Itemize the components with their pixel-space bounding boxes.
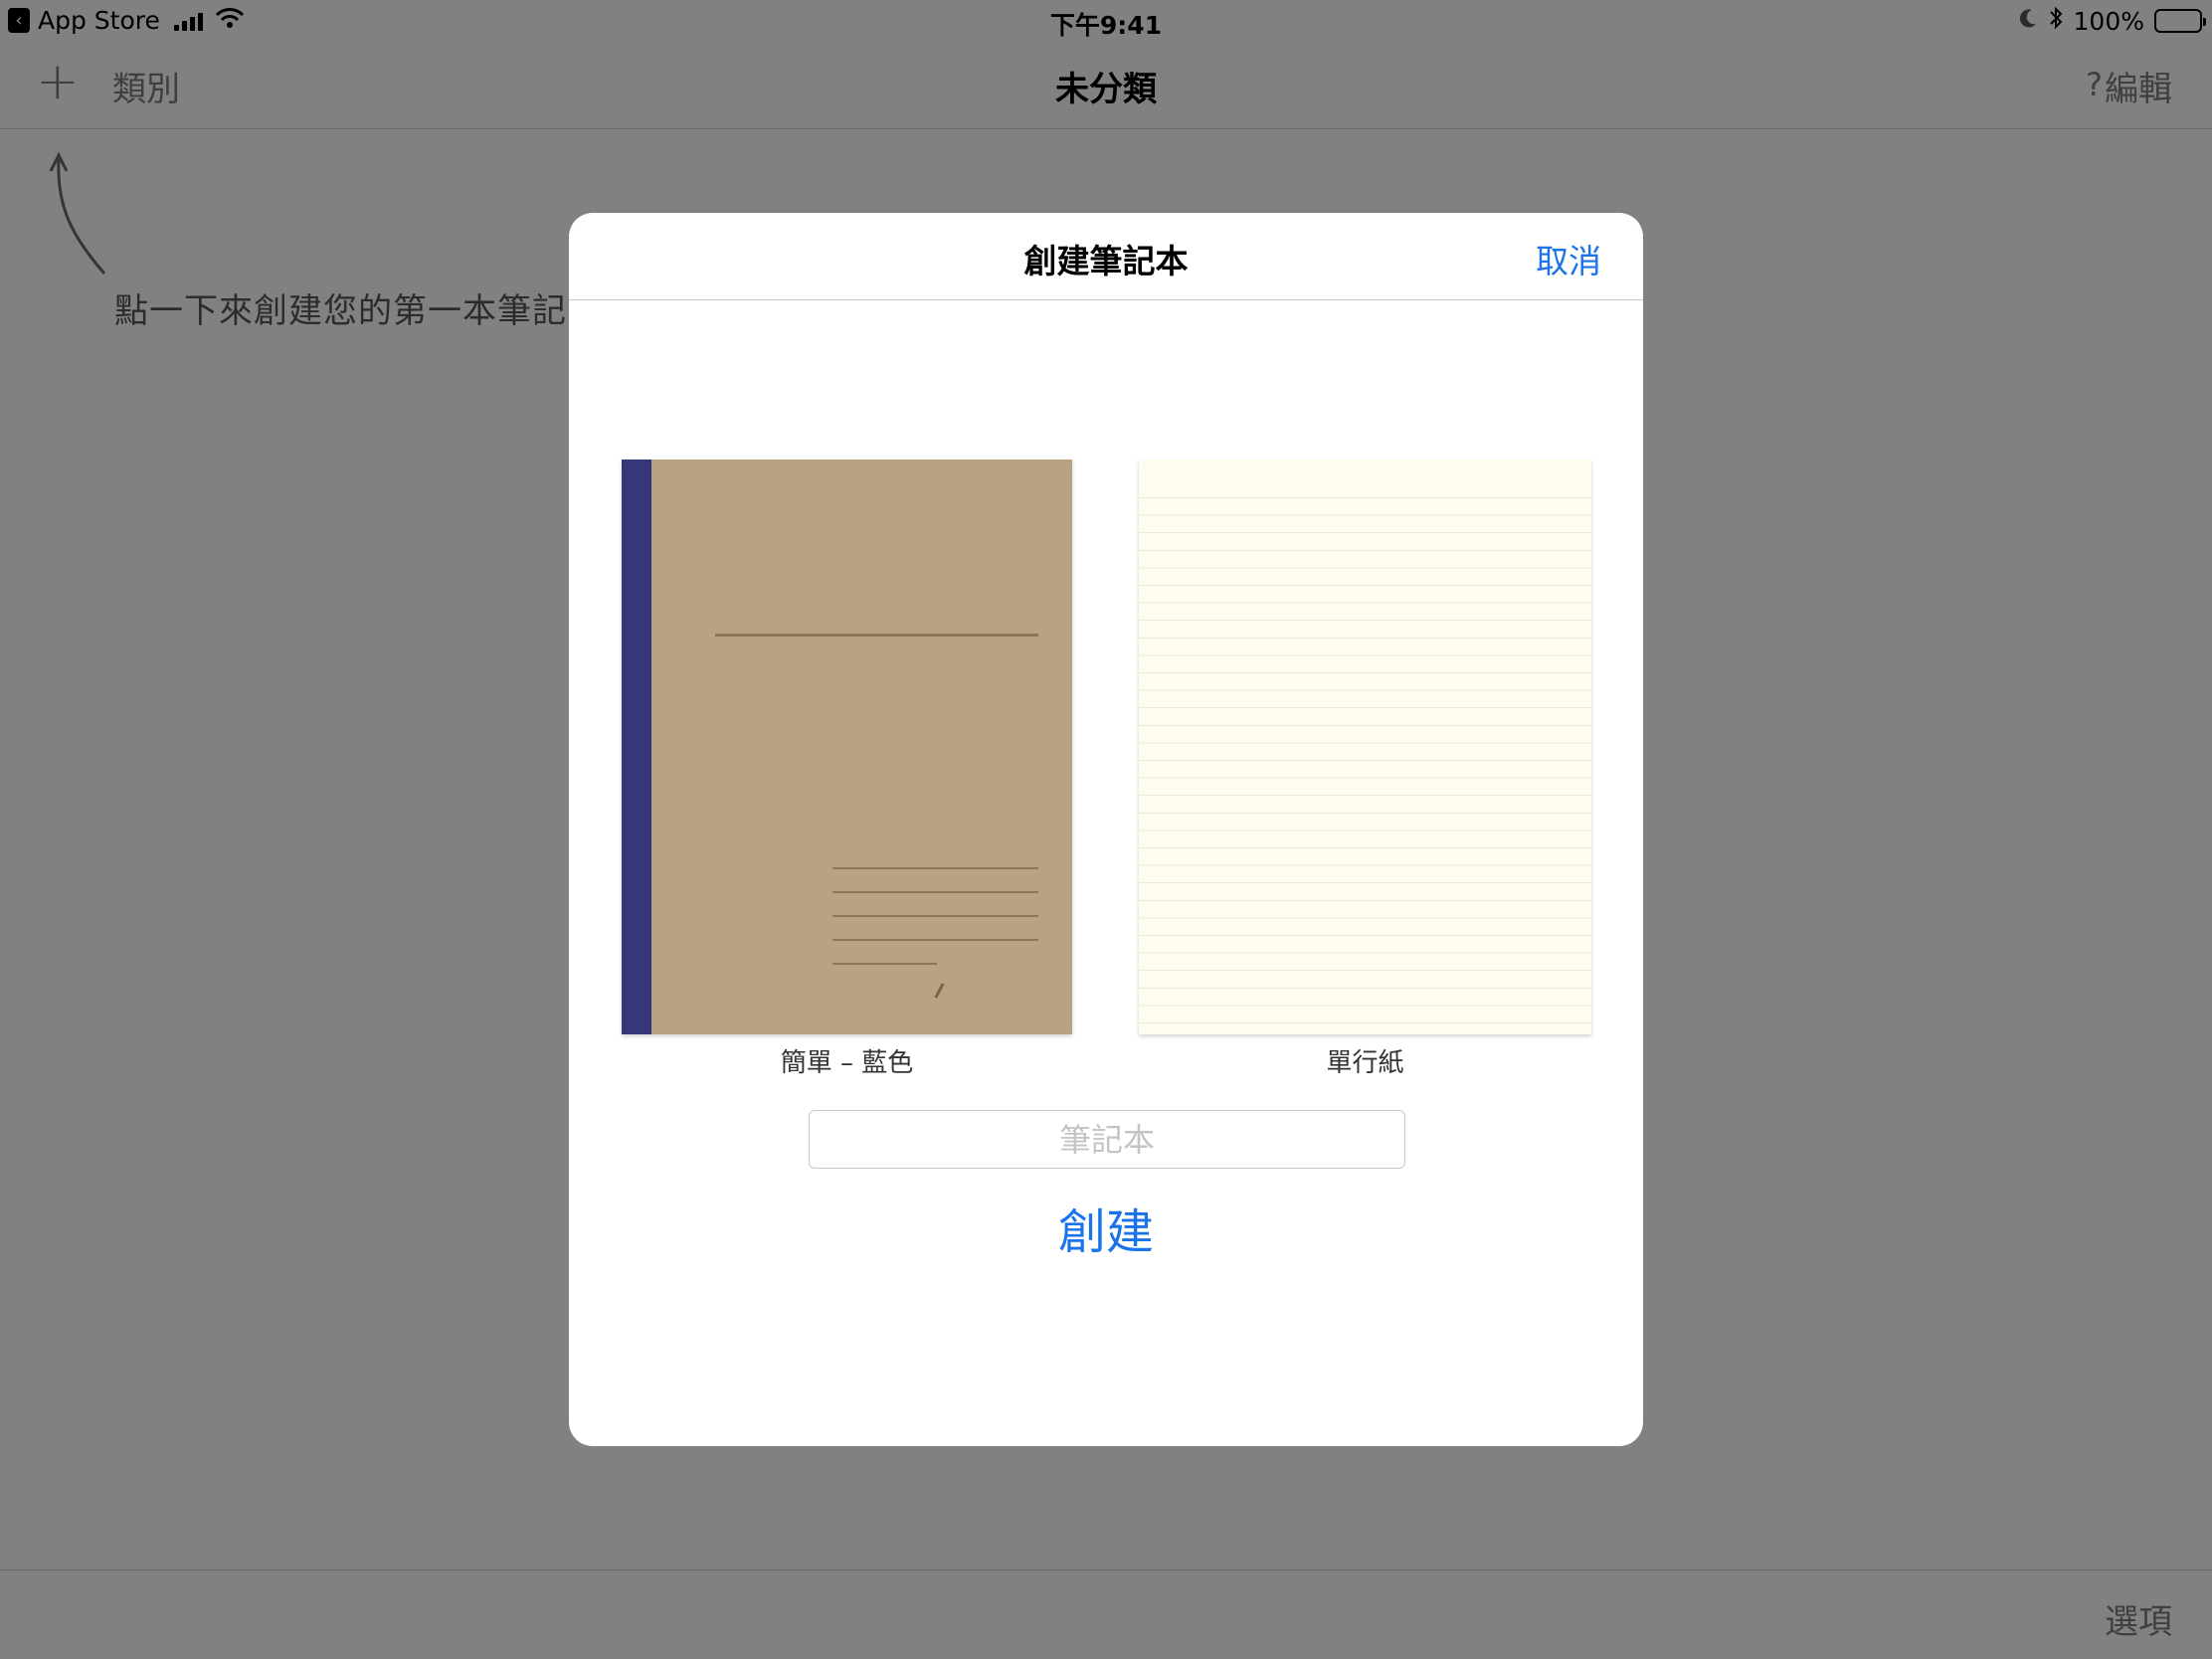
paper-template-ruled[interactable] bbox=[1139, 460, 1591, 1034]
cover-template-simple-blue[interactable] bbox=[622, 460, 1072, 1034]
dialog-title: 創建筆記本 bbox=[1023, 242, 1189, 280]
cancel-button[interactable]: 取消 bbox=[1536, 235, 1601, 282]
create-notebook-dialog: 創建筆記本 取消 簡單 – 藍色 單行紙 創建 bbox=[569, 213, 1643, 1446]
paper-template-label: 單行紙 bbox=[1326, 1048, 1404, 1078]
ruled-lines bbox=[1139, 497, 1591, 1034]
cover-name-lines bbox=[832, 867, 1038, 987]
cover-template-label: 簡單 – 藍色 bbox=[780, 1048, 914, 1078]
notebook-name-input[interactable] bbox=[809, 1110, 1405, 1169]
dialog-header: 創建筆記本 取消 bbox=[569, 213, 1643, 300]
cover-title-line bbox=[715, 634, 1038, 637]
cover-spine bbox=[622, 460, 651, 1034]
create-button[interactable]: 創建 bbox=[569, 1193, 1643, 1262]
